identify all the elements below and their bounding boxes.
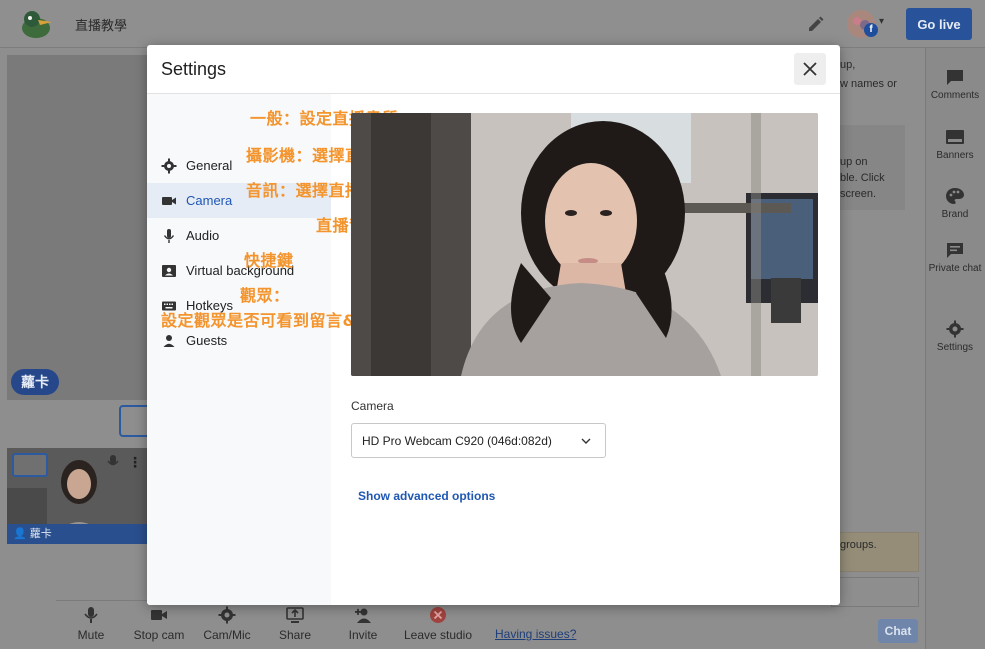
- cam-mic-label: Cam/Mic: [203, 628, 251, 642]
- camera-select-value: HD Pro Webcam C920 (046d:082d): [362, 433, 552, 448]
- sidebar-item-banners[interactable]: Banners: [925, 128, 985, 161]
- camera-preview: [351, 113, 818, 376]
- settings-modal: Settings General Camera Audio Virtual ba…: [147, 45, 840, 605]
- right-panel-text: screen.: [840, 188, 877, 200]
- mic-icon[interactable]: [106, 454, 120, 470]
- top-bar: [0, 0, 985, 48]
- banner-icon: [946, 130, 964, 144]
- mic-icon: [163, 228, 175, 243]
- duck-logo-icon[interactable]: [16, 8, 56, 40]
- right-panel-notice: [831, 532, 919, 572]
- share-screen-icon: [286, 607, 304, 623]
- chat-input[interactable]: [831, 577, 919, 607]
- sidebar-label: Private chat: [928, 263, 982, 274]
- nav-label: General: [186, 158, 233, 173]
- right-panel-text: w names or: [840, 78, 897, 90]
- sidebar-item-private-chat[interactable]: Private chat: [925, 241, 985, 274]
- comment-icon: [947, 70, 963, 85]
- camera-icon: [151, 610, 167, 620]
- sidebar-label: Settings: [936, 342, 974, 353]
- nav-label: Guests: [186, 333, 228, 348]
- person-icon: 👤: [13, 528, 30, 540]
- palette-icon: [946, 188, 964, 204]
- camera-select-label: Camera: [351, 399, 394, 413]
- stop-cam-button[interactable]: Stop cam: [124, 606, 194, 642]
- having-issues-link[interactable]: Having issues?: [495, 627, 576, 641]
- mic-icon: [84, 607, 98, 623]
- chat-send-button[interactable]: Chat: [878, 619, 918, 643]
- invite-label: Invite: [348, 628, 378, 642]
- share-label: Share: [278, 628, 312, 642]
- go-live-button[interactable]: Go live: [906, 8, 972, 40]
- gear-icon: [161, 158, 177, 173]
- mute-label: Mute: [77, 628, 105, 642]
- nav-item-virtual-background[interactable]: Virtual background: [147, 253, 331, 288]
- sidebar-item-settings[interactable]: Settings: [925, 320, 985, 353]
- show-advanced-options-link[interactable]: Show advanced options: [358, 489, 495, 503]
- chevron-down-icon: [581, 438, 591, 444]
- mute-button[interactable]: Mute: [56, 606, 126, 642]
- right-panel-text: up on: [840, 156, 868, 168]
- cam-mic-button[interactable]: Cam/Mic: [192, 606, 262, 642]
- right-panel-text: ble. Click: [840, 172, 885, 184]
- annotation-guests: 觀眾：: [240, 286, 290, 305]
- thumbnail-name: 蘿卡: [29, 528, 52, 540]
- pencil-icon[interactable]: [806, 14, 826, 34]
- leave-studio-button[interactable]: Leave studio: [403, 606, 473, 642]
- sidebar-item-comments[interactable]: Comments: [925, 68, 985, 101]
- facebook-badge-icon: f: [864, 23, 878, 37]
- nav-label: Camera: [186, 193, 233, 208]
- settings-nav: General Camera Audio Virtual background …: [147, 94, 331, 605]
- nav-item-audio[interactable]: Audio: [147, 218, 331, 253]
- leave-studio-label: Leave studio: [403, 628, 473, 642]
- sidebar-item-brand[interactable]: Brand: [925, 187, 985, 220]
- add-person-icon: [355, 608, 371, 623]
- nav-label: Audio: [186, 228, 220, 243]
- more-options-icon[interactable]: ⋮: [128, 454, 142, 471]
- right-panel-text: up,: [840, 59, 856, 71]
- gear-icon: [946, 320, 964, 338]
- share-button[interactable]: Share: [260, 606, 330, 642]
- modal-title: Settings: [161, 59, 227, 79]
- thumbnail-person-icon: [12, 453, 48, 477]
- chevron-down-icon[interactable]: ▾: [879, 16, 884, 27]
- right-panel-text: groups.: [840, 539, 877, 551]
- thumbnail-name-label: 👤 蘿卡: [7, 524, 149, 544]
- studio-title: 直播教學: [75, 18, 128, 33]
- private-chat-icon: [947, 243, 963, 258]
- person-icon: [163, 334, 175, 347]
- close-icon: [803, 62, 817, 76]
- sidebar-label: Brand: [941, 209, 969, 220]
- close-button[interactable]: [794, 53, 826, 85]
- annotation-hotkeys: 快捷鍵: [244, 251, 294, 270]
- stop-cam-label: Stop cam: [133, 628, 185, 642]
- camera-icon: [162, 196, 176, 205]
- portrait-icon: [162, 264, 176, 277]
- stage-name-badge: 蘿卡: [11, 369, 59, 395]
- leave-icon: [430, 607, 446, 623]
- stage-video: [7, 55, 149, 400]
- sidebar-label: Banners: [936, 150, 974, 161]
- layout-person-button[interactable]: [119, 405, 149, 437]
- invite-button[interactable]: Invite: [328, 606, 398, 642]
- camera-select[interactable]: HD Pro Webcam C920 (046d:082d): [351, 423, 606, 458]
- sidebar-label: Comments: [930, 90, 980, 101]
- gear-icon: [218, 606, 236, 624]
